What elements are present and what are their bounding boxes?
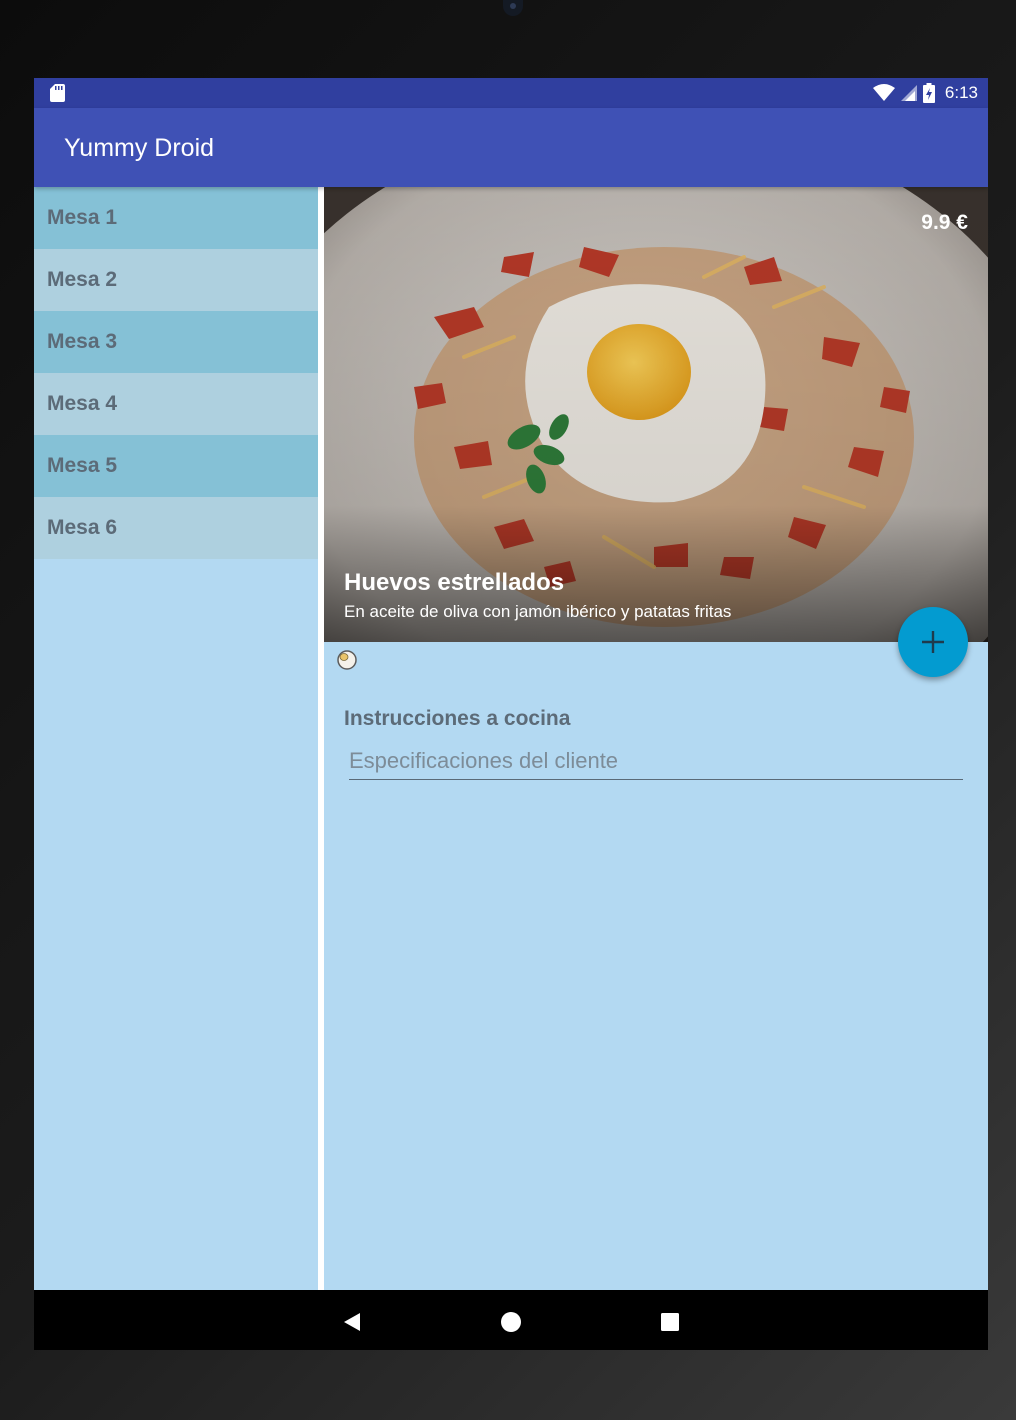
- table-item-mesa-1[interactable]: Mesa 1: [34, 187, 318, 249]
- add-dish-fab[interactable]: [898, 607, 968, 677]
- front-camera: [503, 0, 523, 16]
- dish-price: 9.9 €: [921, 211, 968, 234]
- device-screen: 6:13 Yummy Droid Mesa 1 Mesa 2 Mesa 3 Me…: [34, 78, 988, 1350]
- status-icons: 6:13: [872, 78, 978, 108]
- table-item-mesa-2[interactable]: Mesa 2: [34, 249, 318, 311]
- table-item-mesa-3[interactable]: Mesa 3: [34, 311, 318, 373]
- wifi-icon: [872, 84, 895, 101]
- table-item-label: Mesa 5: [47, 454, 118, 477]
- sd-card-icon: [50, 84, 65, 102]
- dish-description: En aceite de oliva con jamón ibérico y p…: [344, 602, 732, 621]
- app-bar: Yummy Droid: [34, 108, 988, 187]
- signal-icon: [900, 85, 917, 101]
- app-title: Yummy Droid: [64, 134, 215, 162]
- table-item-mesa-6[interactable]: Mesa 6: [34, 497, 318, 559]
- table-item-label: Mesa 6: [47, 516, 118, 539]
- table-item-mesa-5[interactable]: Mesa 5: [34, 435, 318, 497]
- dish-name: Huevos estrellados: [344, 569, 565, 596]
- table-item-label: Mesa 1: [47, 206, 118, 229]
- table-item-label: Mesa 2: [47, 268, 118, 291]
- home-icon[interactable]: [500, 1311, 522, 1333]
- dish-detail-pane: 9.9 € Huevos estrellados En aceite de ol…: [324, 187, 988, 1290]
- status-time: 6:13: [944, 83, 978, 102]
- table-list: Mesa 1 Mesa 2 Mesa 3 Mesa 4 Mesa 5 Mesa …: [34, 187, 318, 1290]
- navigation-bar: [34, 1290, 988, 1350]
- dish-photo: 9.9 € Huevos estrellados En aceite de ol…: [324, 187, 988, 642]
- instructions-label: Instrucciones a cocina: [344, 707, 571, 730]
- plus-icon: [922, 631, 944, 653]
- back-icon[interactable]: [342, 1312, 362, 1332]
- battery-charging-icon: [922, 83, 935, 103]
- egg-allergen-icon: [337, 650, 357, 670]
- recents-icon[interactable]: [661, 1313, 679, 1331]
- status-bar: 6:13: [34, 78, 988, 108]
- client-specifications-input[interactable]: [349, 746, 963, 780]
- table-item-label: Mesa 3: [47, 330, 118, 353]
- table-item-mesa-4[interactable]: Mesa 4: [34, 373, 318, 435]
- table-item-label: Mesa 4: [47, 392, 118, 415]
